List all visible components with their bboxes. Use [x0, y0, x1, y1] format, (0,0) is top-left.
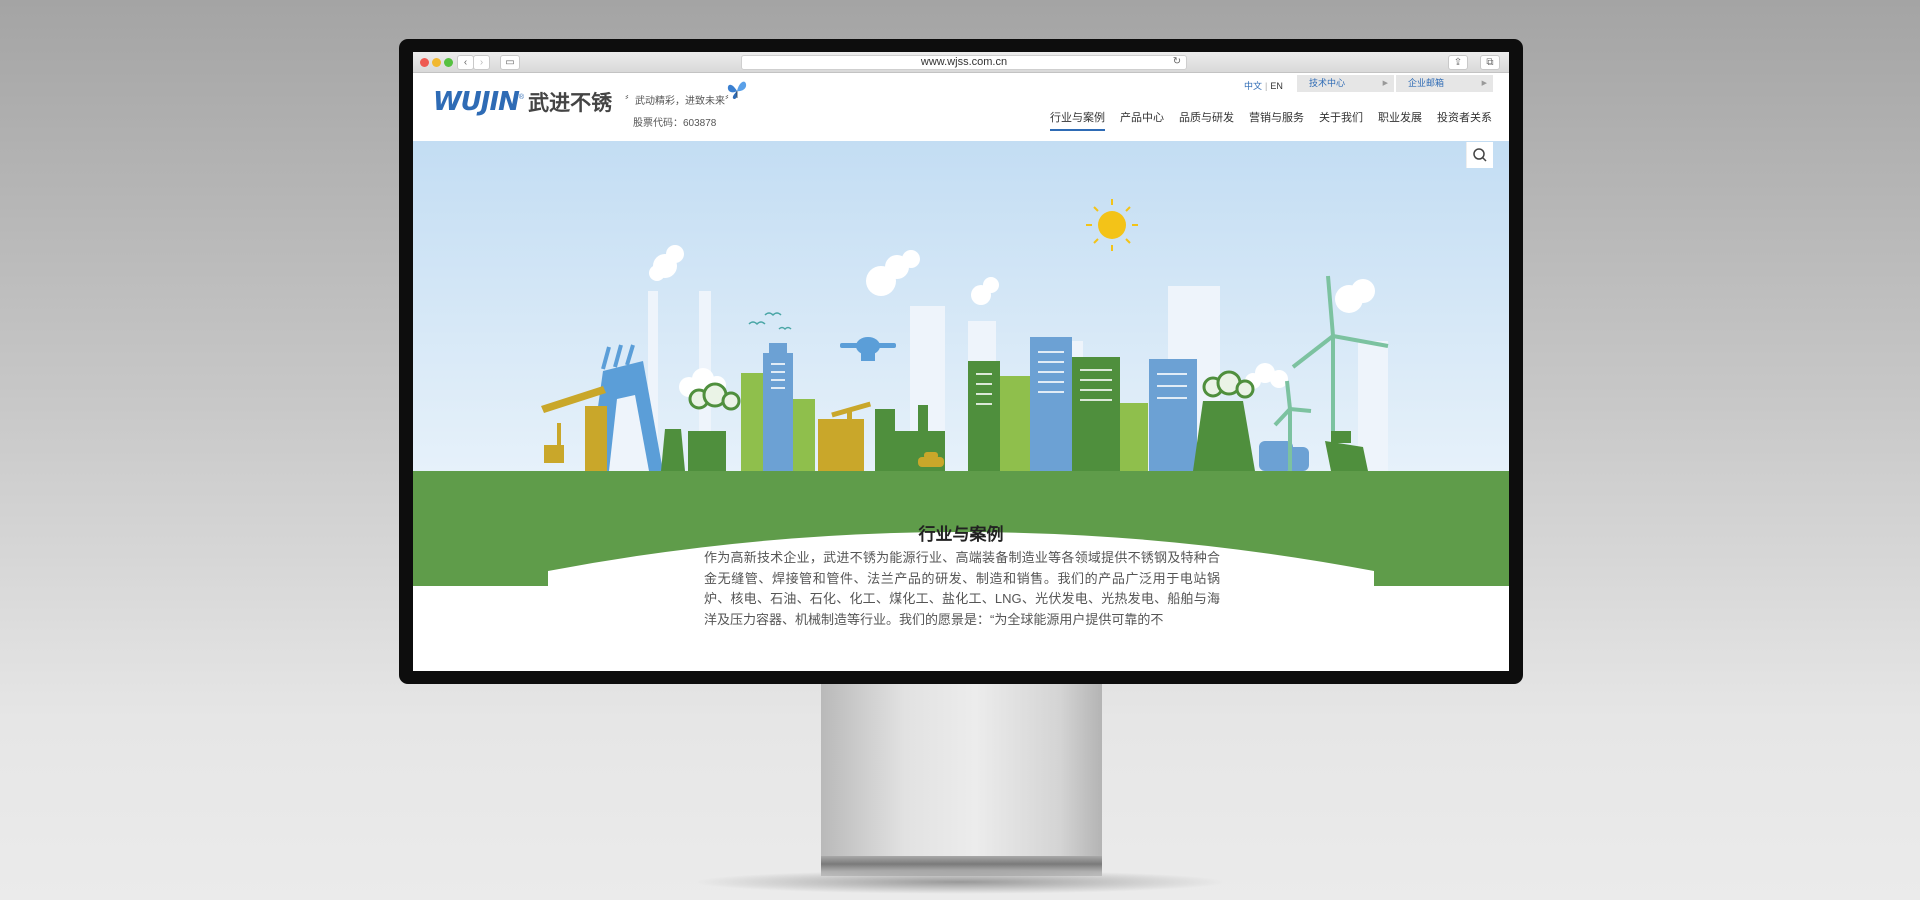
logo-chinese: 武进不锈	[528, 92, 613, 115]
chevron-right-icon: ▶	[1382, 80, 1388, 87]
share-icon[interactable]: ⇪	[1448, 55, 1468, 70]
reload-icon[interactable]: ↻	[1170, 55, 1184, 70]
logo-registered-mark: ®	[518, 93, 525, 101]
minimize-window-icon[interactable]	[432, 58, 441, 67]
search-button[interactable]	[1466, 142, 1493, 168]
logo-wordmark: WUJIN	[433, 87, 520, 117]
forward-icon[interactable]: ›	[473, 55, 490, 70]
browser-toolbar: ‹ › ▭ ≡ www.wjss.com.cn ↻ ⇪ ⧉	[413, 52, 1509, 73]
nav-item-industry-cases[interactable]: 行业与案例	[1050, 109, 1105, 131]
nav-item-products[interactable]: 产品中心	[1120, 109, 1164, 131]
nav-item-careers[interactable]: 职业发展	[1378, 109, 1422, 131]
search-icon	[1473, 148, 1487, 162]
nav-item-investor-relations[interactable]: 投资者关系	[1437, 109, 1492, 131]
language-switcher: 中文 | EN	[1241, 79, 1286, 92]
site-header: WUJIN ® 武进不锈 〞武动精彩，进致未来〞 股票代码：603878 中文 |…	[413, 73, 1509, 141]
chevron-right-icon: ▶	[1481, 80, 1487, 87]
butterfly-icon	[727, 81, 747, 99]
enterprise-mail-button[interactable]: 企业邮箱 ▶	[1396, 75, 1493, 92]
slogan: 〞武动精彩，进致未来〞	[625, 96, 735, 107]
tabs-icon[interactable]: ⧉	[1480, 55, 1500, 70]
url-bar[interactable]: www.wjss.com.cn	[741, 55, 1187, 70]
enterprise-mail-label: 企业邮箱	[1408, 78, 1445, 88]
main-nav: 行业与案例 产品中心 品质与研发 营销与服务 关于我们 职业发展 投资者关系	[1035, 109, 1492, 131]
lang-en-link[interactable]: EN	[1267, 81, 1286, 91]
browser-window: ‹ › ▭ ≡ www.wjss.com.cn ↻ ⇪ ⧉ WUJIN ® 武进…	[413, 52, 1509, 671]
page-title: 行业与案例	[918, 525, 1004, 544]
tech-center-button[interactable]: 技术中心 ▶	[1297, 75, 1394, 92]
monitor-shadow	[690, 870, 1230, 894]
back-icon[interactable]: ‹	[457, 55, 474, 70]
nav-item-about-us[interactable]: 关于我们	[1319, 109, 1363, 131]
intro-paragraph: 作为高新技术企业，武进不锈为能源行业、高端装备制造业等各领域提供不锈钢及特种合金…	[704, 550, 1220, 627]
close-window-icon[interactable]	[420, 58, 429, 67]
monitor-stand	[821, 684, 1102, 859]
logo[interactable]: WUJIN ® 武进不锈	[433, 87, 612, 117]
sidebar-icon[interactable]: ▭	[500, 55, 520, 70]
nav-item-marketing-service[interactable]: 营销与服务	[1249, 109, 1304, 131]
tech-center-label: 技术中心	[1309, 78, 1346, 88]
nav-item-quality-rd[interactable]: 品质与研发	[1179, 109, 1234, 131]
stock-code: 股票代码：603878	[633, 118, 717, 129]
maximize-window-icon[interactable]	[444, 58, 453, 67]
lang-cn-link[interactable]: 中文	[1241, 81, 1265, 91]
